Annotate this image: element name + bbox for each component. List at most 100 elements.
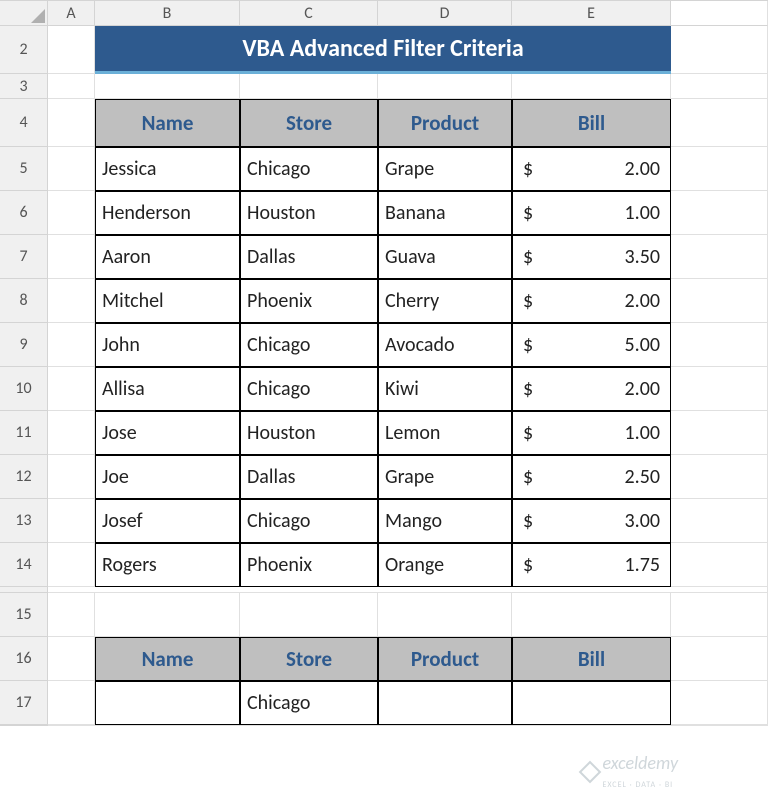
cell-product-2[interactable]: Guava bbox=[378, 235, 512, 279]
row-header-15[interactable]: 15 bbox=[0, 593, 48, 637]
criteria-bill[interactable] bbox=[512, 681, 671, 725]
cell-bill-0[interactable]: $2.00 bbox=[512, 147, 671, 191]
row-header-12[interactable]: 12 bbox=[0, 455, 48, 499]
cell-name-9[interactable]: Rogers bbox=[95, 543, 240, 587]
cell-bill-3[interactable]: $2.00 bbox=[512, 279, 671, 323]
criteria-header-bill[interactable]: Bill bbox=[512, 637, 671, 681]
cell-A14[interactable] bbox=[48, 543, 95, 587]
cell-A13[interactable] bbox=[48, 499, 95, 543]
criteria-header-store[interactable]: Store bbox=[240, 637, 378, 681]
cell-product-9[interactable]: Orange bbox=[378, 543, 512, 587]
cell-bill-6[interactable]: $1.00 bbox=[512, 411, 671, 455]
cell-A9[interactable] bbox=[48, 323, 95, 367]
cell-bill-5[interactable]: $2.00 bbox=[512, 367, 671, 411]
col-header-E[interactable]: E bbox=[512, 1, 671, 26]
cell-A10[interactable] bbox=[48, 367, 95, 411]
cell-A15[interactable] bbox=[48, 593, 95, 637]
cell-store-1[interactable]: Houston bbox=[240, 191, 378, 235]
currency-symbol: $ bbox=[523, 377, 533, 401]
cell-D3[interactable] bbox=[378, 74, 512, 99]
cell-product-3[interactable]: Cherry bbox=[378, 279, 512, 323]
table-header-product[interactable]: Product bbox=[378, 99, 512, 147]
cell-name-2[interactable]: Aaron bbox=[95, 235, 240, 279]
row-header-14[interactable]: 14 bbox=[0, 543, 48, 587]
cell-A8[interactable] bbox=[48, 279, 95, 323]
cell-product-7[interactable]: Grape bbox=[378, 455, 512, 499]
cell-store-8[interactable]: Chicago bbox=[240, 499, 378, 543]
cell-name-1[interactable]: Henderson bbox=[95, 191, 240, 235]
cell-store-5[interactable]: Chicago bbox=[240, 367, 378, 411]
row-header-17[interactable]: 17 bbox=[0, 681, 48, 725]
cell-bill-8[interactable]: $3.00 bbox=[512, 499, 671, 543]
cell-C15[interactable] bbox=[240, 593, 378, 637]
cell-name-5[interactable]: Allisa bbox=[95, 367, 240, 411]
criteria-header-product[interactable]: Product bbox=[378, 637, 512, 681]
criteria-header-name[interactable]: Name bbox=[95, 637, 240, 681]
cell-name-8[interactable]: Josef bbox=[95, 499, 240, 543]
row-header-11[interactable]: 11 bbox=[0, 411, 48, 455]
cell-store-2[interactable]: Dallas bbox=[240, 235, 378, 279]
cell-E3[interactable] bbox=[512, 74, 671, 99]
cell-store-7[interactable]: Dallas bbox=[240, 455, 378, 499]
cell-name-7[interactable]: Joe bbox=[95, 455, 240, 499]
bill-value: 3.00 bbox=[625, 509, 660, 533]
cell-product-0[interactable]: Grape bbox=[378, 147, 512, 191]
cell-store-3[interactable]: Phoenix bbox=[240, 279, 378, 323]
cell-bill-4[interactable]: $5.00 bbox=[512, 323, 671, 367]
criteria-name[interactable] bbox=[95, 681, 240, 725]
col-header-D[interactable]: D bbox=[378, 1, 512, 26]
row-header-6[interactable]: 6 bbox=[0, 191, 48, 235]
cell-A17[interactable] bbox=[48, 681, 95, 725]
cell-A6[interactable] bbox=[48, 191, 95, 235]
cell-A16[interactable] bbox=[48, 637, 95, 681]
cell-C3[interactable] bbox=[240, 74, 378, 99]
cell-name-0[interactable]: Jessica bbox=[95, 147, 240, 191]
cell-B15[interactable] bbox=[95, 593, 240, 637]
table-header-name[interactable]: Name bbox=[95, 99, 240, 147]
criteria-store[interactable]: Chicago bbox=[240, 681, 378, 725]
cell-store-4[interactable]: Chicago bbox=[240, 323, 378, 367]
cell-A11[interactable] bbox=[48, 411, 95, 455]
cell-product-1[interactable]: Banana bbox=[378, 191, 512, 235]
col-header-A[interactable]: A bbox=[48, 1, 95, 26]
cell-name-6[interactable]: Jose bbox=[95, 411, 240, 455]
row-header-16[interactable]: 16 bbox=[0, 637, 48, 681]
col-header-B[interactable]: B bbox=[95, 1, 240, 26]
cell-product-4[interactable]: Avocado bbox=[378, 323, 512, 367]
table-header-bill[interactable]: Bill bbox=[512, 99, 671, 147]
cell-store-9[interactable]: Phoenix bbox=[240, 543, 378, 587]
cell-store-0[interactable]: Chicago bbox=[240, 147, 378, 191]
cell-bill-1[interactable]: $1.00 bbox=[512, 191, 671, 235]
select-all-corner[interactable] bbox=[0, 1, 48, 26]
cell-store-6[interactable]: Houston bbox=[240, 411, 378, 455]
cell-E15[interactable] bbox=[512, 593, 671, 637]
row-header-10[interactable]: 10 bbox=[0, 367, 48, 411]
cell-A3[interactable] bbox=[48, 74, 95, 99]
row-header-7[interactable]: 7 bbox=[0, 235, 48, 279]
row-header-2[interactable]: 2 bbox=[0, 26, 48, 74]
row-header-3[interactable]: 3 bbox=[0, 74, 48, 99]
criteria-product[interactable] bbox=[378, 681, 512, 725]
cell-A4[interactable] bbox=[48, 99, 95, 147]
cell-A2[interactable] bbox=[48, 26, 95, 74]
row-header-4[interactable]: 4 bbox=[0, 99, 48, 147]
cell-name-4[interactable]: John bbox=[95, 323, 240, 367]
cell-A5[interactable] bbox=[48, 147, 95, 191]
col-header-C[interactable]: C bbox=[240, 1, 378, 26]
cell-product-8[interactable]: Mango bbox=[378, 499, 512, 543]
row-header-13[interactable]: 13 bbox=[0, 499, 48, 543]
row-header-8[interactable]: 8 bbox=[0, 279, 48, 323]
cell-B3[interactable] bbox=[95, 74, 240, 99]
row-header-9[interactable]: 9 bbox=[0, 323, 48, 367]
cell-bill-7[interactable]: $2.50 bbox=[512, 455, 671, 499]
cell-D15[interactable] bbox=[378, 593, 512, 637]
cell-product-6[interactable]: Lemon bbox=[378, 411, 512, 455]
cell-bill-9[interactable]: $1.75 bbox=[512, 543, 671, 587]
cell-A12[interactable] bbox=[48, 455, 95, 499]
cell-product-5[interactable]: Kiwi bbox=[378, 367, 512, 411]
row-header-5[interactable]: 5 bbox=[0, 147, 48, 191]
table-header-store[interactable]: Store bbox=[240, 99, 378, 147]
cell-bill-2[interactable]: $3.50 bbox=[512, 235, 671, 279]
cell-name-3[interactable]: Mitchel bbox=[95, 279, 240, 323]
cell-A7[interactable] bbox=[48, 235, 95, 279]
